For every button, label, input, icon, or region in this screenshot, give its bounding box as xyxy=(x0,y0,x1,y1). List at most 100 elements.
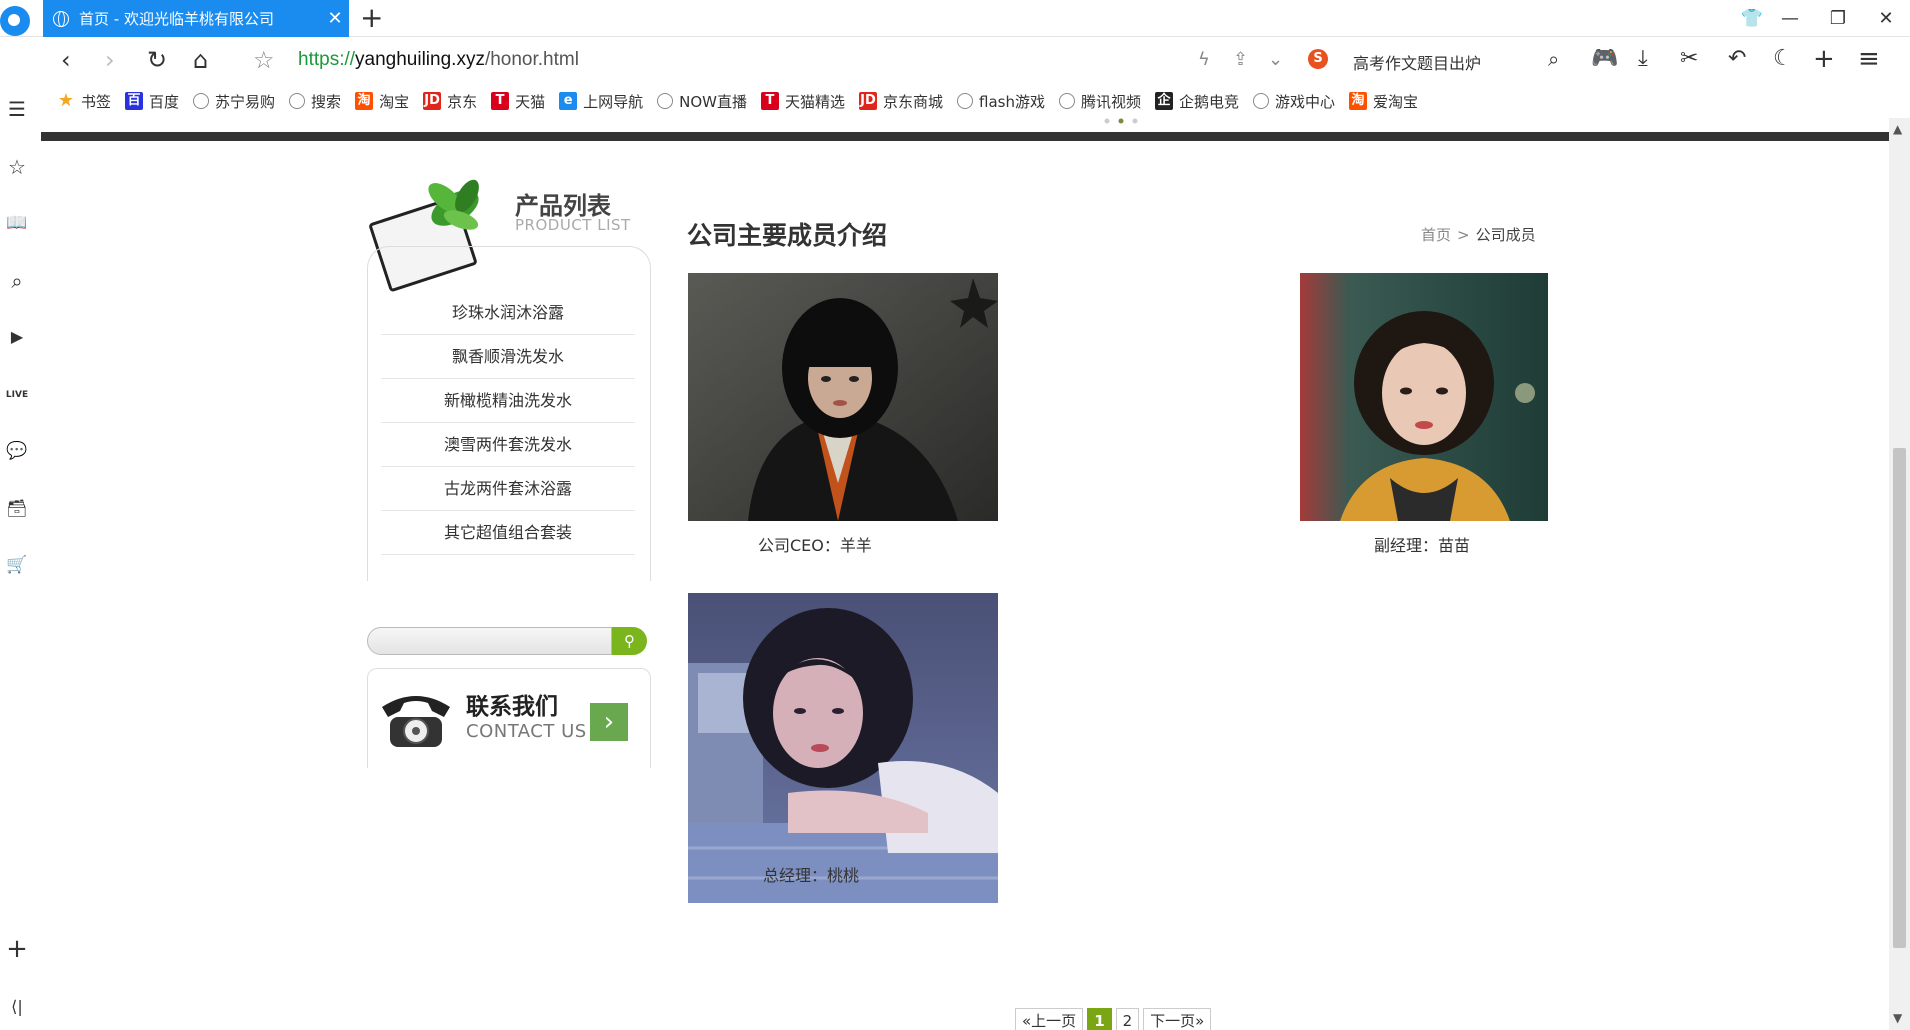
address-bar[interactable]: https://yanghuiling.xyz/honor.html xyxy=(298,49,579,71)
bookmark-item[interactable]: 游戏中心 xyxy=(1253,91,1335,112)
live-icon[interactable]: LIVE xyxy=(4,382,30,408)
bookmark-label: 上网导航 xyxy=(583,92,644,111)
night-mode-icon[interactable]: ☾ xyxy=(1773,46,1793,72)
reader-icon[interactable]: 📖 xyxy=(4,210,30,236)
home-icon[interactable]: ⌂ xyxy=(193,47,208,73)
cart-icon[interactable]: 🛒 xyxy=(4,552,30,578)
product-list-item[interactable]: 古龙两件套沐浴露 xyxy=(381,467,635,511)
bookmark-item[interactable]: 搜索 xyxy=(289,91,341,112)
close-window-button[interactable]: ✕ xyxy=(1872,6,1900,32)
search-icon[interactable]: ⌕ xyxy=(1548,46,1559,72)
scrollbar[interactable]: ▲ ▼ xyxy=(1889,118,1910,1030)
bolt-icon[interactable]: ϟ xyxy=(1198,47,1210,73)
search-icon[interactable]: ⌕ xyxy=(4,268,30,294)
contact-subtitle: CONTACT US xyxy=(466,721,587,742)
bookmark-item[interactable]: 淘淘宝 xyxy=(355,91,409,112)
undo-icon[interactable]: ↶ xyxy=(1728,46,1746,72)
video-icon[interactable]: ▶ xyxy=(4,324,30,350)
reload-icon[interactable]: ↻ xyxy=(147,47,167,73)
close-icon[interactable]: ✕ xyxy=(321,8,349,29)
back-icon[interactable]: ‹ xyxy=(61,47,71,73)
scroll-up-icon[interactable]: ▲ xyxy=(1893,122,1902,136)
chevron-right-icon[interactable]: › xyxy=(590,703,628,741)
bookmark-item[interactable]: T 天猫精选 xyxy=(760,91,845,112)
bookmarks-bar: ★ 书签百百度 苏宁易购 搜索淘淘宝 JD 京东 T 天猫 e 上网导航 NOW直播 T 天猫精选 JD 京… xyxy=(43,84,1910,118)
bookmark-item[interactable]: e 上网导航 xyxy=(559,91,643,112)
dropdown-icon[interactable]: ⌄ xyxy=(1268,47,1283,73)
news-icon[interactable]: ☰ xyxy=(4,96,30,122)
slider-dots xyxy=(1104,118,1138,124)
menu-icon[interactable]: ≡ xyxy=(1858,46,1880,72)
breadcrumb-home[interactable]: 首页 xyxy=(1421,226,1451,244)
product-list-item[interactable]: 珍珠水润沐浴露 xyxy=(381,291,635,335)
scroll-down-icon[interactable]: ▼ xyxy=(1893,1011,1902,1025)
product-list-item[interactable]: 其它超值组合套装 xyxy=(381,511,635,555)
bookmark-label: 游戏中心 xyxy=(1275,92,1336,111)
prev-page-button[interactable]: «上一页 xyxy=(1015,1008,1084,1030)
search-engine-selector[interactable]: S xyxy=(1308,47,1336,73)
bookmark-label: 书签 xyxy=(81,92,112,111)
game-icon[interactable]: 🎮 xyxy=(1591,46,1618,72)
bookmark-item[interactable]: 苏宁易购 xyxy=(193,91,275,112)
bookmark-item[interactable]: 淘爱淘宝 xyxy=(1349,91,1418,112)
globe-icon xyxy=(289,93,306,109)
member-caption: 副经理：苗苗 xyxy=(1374,536,1471,555)
add-icon[interactable]: + xyxy=(1813,46,1835,72)
download-icon[interactable]: ⤓ xyxy=(1638,46,1648,72)
member-card: 副经理：苗苗 xyxy=(1300,273,1548,555)
contact-us-banner[interactable]: 联系我们 CONTACT US › xyxy=(367,668,651,768)
side-search-input[interactable] xyxy=(367,627,612,655)
member-photo[interactable] xyxy=(1300,273,1548,521)
bookmark-item[interactable]: 腾讯视频 xyxy=(1058,91,1141,112)
globe-icon xyxy=(1253,93,1270,109)
url-host: yanghuiling.xyz xyxy=(355,49,485,70)
bookmark-item[interactable]: 百百度 xyxy=(125,91,179,112)
url-scheme: https:// xyxy=(298,49,356,70)
scrollbar-thumb[interactable] xyxy=(1893,448,1906,948)
tab-active[interactable]: 首页 - 欢迎光临羊桃有限公司 ✕ xyxy=(43,0,349,37)
product-list-item[interactable]: 飘香顺滑洗发水 xyxy=(381,335,635,379)
bookmark-label: 天猫精选 xyxy=(784,92,845,111)
favorites-icon[interactable]: ☆ xyxy=(4,154,30,180)
next-page-button[interactable]: 下一页» xyxy=(1143,1008,1212,1030)
skin-icon[interactable]: 👕 xyxy=(1738,6,1766,32)
bookmark-favicon-icon: ★ xyxy=(57,90,75,111)
url-path: /honor.html xyxy=(484,49,579,70)
bookmark-item[interactable]: JD 京东 xyxy=(423,91,477,112)
page-button[interactable]: 2 xyxy=(1115,1008,1140,1030)
bookmark-star-icon[interactable]: ☆ xyxy=(253,47,275,73)
bookmark-item[interactable]: JD 京东商城 xyxy=(859,91,943,112)
forward-icon[interactable]: › xyxy=(105,47,115,73)
bookmark-item[interactable]: T 天猫 xyxy=(491,91,545,112)
chat-icon[interactable]: 💬 xyxy=(4,438,30,464)
page-button[interactable]: 1 xyxy=(1087,1008,1112,1030)
product-list-item[interactable]: 新橄榄精油洗发水 xyxy=(381,379,635,423)
bookmark-favicon-icon: T xyxy=(491,92,510,110)
bookmark-label: NOW直播 xyxy=(679,92,747,111)
bookmark-favicon-icon: e xyxy=(559,92,578,110)
member-photo[interactable] xyxy=(688,273,998,521)
restore-button[interactable]: ❐ xyxy=(1824,6,1852,32)
bookmark-label: 爱淘宝 xyxy=(1373,92,1419,111)
minimize-button[interactable]: — xyxy=(1776,6,1804,32)
search-box[interactable]: 高考作文题目出炉 xyxy=(1353,50,1481,74)
collapse-sidebar-icon[interactable]: ⟨| xyxy=(4,994,30,1020)
bookmark-label: 搜索 xyxy=(311,92,342,111)
bookmark-favicon-icon: 企 xyxy=(1155,92,1173,110)
toolbox-icon[interactable]: 🗃 xyxy=(4,496,30,522)
web-page: 产品列表 PRODUCT LIST 珍珠水润沐浴露 飘香顺滑洗发水 新橄榄精油洗发水… xyxy=(41,118,1889,1030)
add-panel-icon[interactable]: + xyxy=(4,936,30,962)
globe-icon xyxy=(957,93,974,109)
bookmark-label: 百度 xyxy=(149,92,180,111)
bookmark-item[interactable]: ★ 书签 xyxy=(57,91,111,112)
new-tab-button[interactable]: + xyxy=(360,3,383,33)
share-icon[interactable]: ⇪ xyxy=(1233,47,1248,73)
screenshot-cut-icon[interactable]: ✂ xyxy=(1680,46,1698,72)
bookmark-item[interactable]: NOW直播 xyxy=(657,91,747,112)
bookmark-item[interactable]: 企企鹅电竞 xyxy=(1155,91,1239,112)
breadcrumb-current: 公司成员 xyxy=(1475,226,1536,244)
side-search-button[interactable]: ⚲ xyxy=(612,627,647,655)
bookmark-item[interactable]: flash游戏 xyxy=(957,91,1045,112)
member-photo[interactable] xyxy=(688,593,998,903)
product-list-item[interactable]: 澳雪两件套洗发水 xyxy=(381,423,635,467)
